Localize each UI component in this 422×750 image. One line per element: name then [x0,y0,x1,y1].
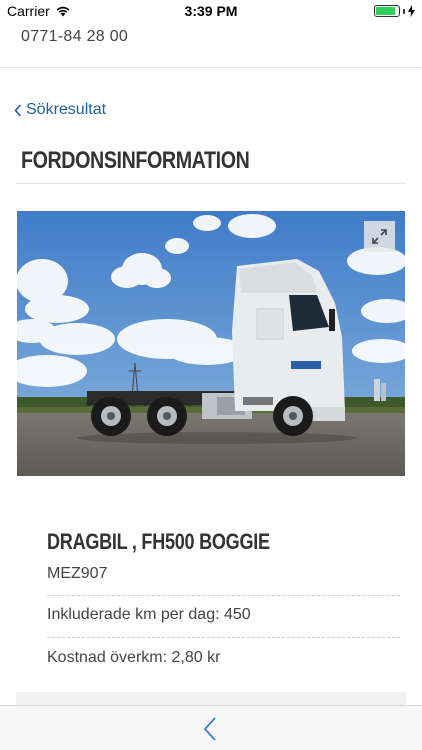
status-left: Carrier [7,3,71,19]
carrier-label: Carrier [7,3,50,19]
chevron-left-icon [14,103,22,117]
screen: Carrier 3:39 PM 0771-84 28 00 Sökresulta… [0,0,422,750]
truck-image [17,211,405,476]
expand-icon [372,229,387,244]
back-to-results-link[interactable]: Sökresultat [14,101,106,119]
included-km-row: Inkluderade km per dag: 450 [47,606,251,623]
page-title: FORDONSINFORMATION [21,147,250,174]
expand-image-button[interactable] [364,221,395,252]
vehicle-photo[interactable] [17,211,405,476]
back-link-label: Sökresultat [26,101,107,118]
divider [47,595,400,596]
charging-icon [408,5,415,17]
status-right [374,5,415,17]
title-divider [16,183,406,184]
toolbar-back-button[interactable] [201,716,221,742]
chevron-left-icon [203,717,216,741]
phone-number[interactable]: 0771-84 28 00 [21,28,128,46]
status-bar: Carrier 3:39 PM [0,0,422,22]
divider [47,637,400,638]
next-section-strip [16,692,406,706]
bottom-toolbar [0,705,422,750]
registration-number: MEZ907 [47,565,108,582]
extra-km-cost-row: Kostnad överkm: 2,80 kr [47,649,221,666]
battery-fill [376,7,395,15]
wifi-icon [56,6,70,17]
vehicle-title: DRAGBIL , FH500 BOGGIE [47,529,270,554]
battery-tip [403,8,405,14]
battery-icon [374,5,400,17]
contact-header: 0771-84 28 00 [0,22,422,68]
